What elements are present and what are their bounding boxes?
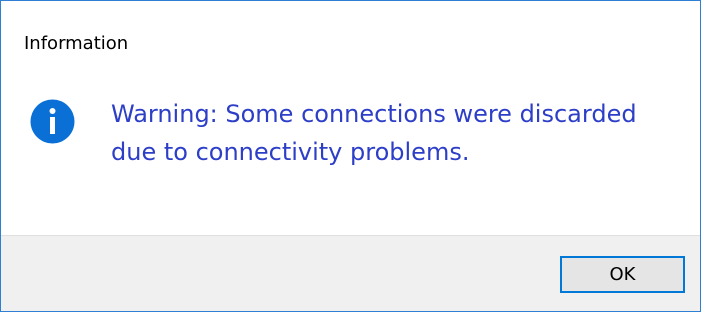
dialog-title-bar[interactable]: Information: [1, 1, 700, 81]
dialog-title: Information: [24, 33, 129, 54]
ok-button[interactable]: OK: [560, 256, 685, 293]
info-icon: [30, 99, 75, 144]
information-dialog: Information Warning: Some connections we…: [0, 0, 701, 312]
dialog-message: Warning: Some connections were discarded…: [111, 100, 637, 166]
dialog-content: Warning: Some connections were discarded…: [1, 81, 700, 235]
ok-button-label: OK: [609, 264, 636, 285]
dialog-button-bar: OK: [1, 235, 700, 311]
